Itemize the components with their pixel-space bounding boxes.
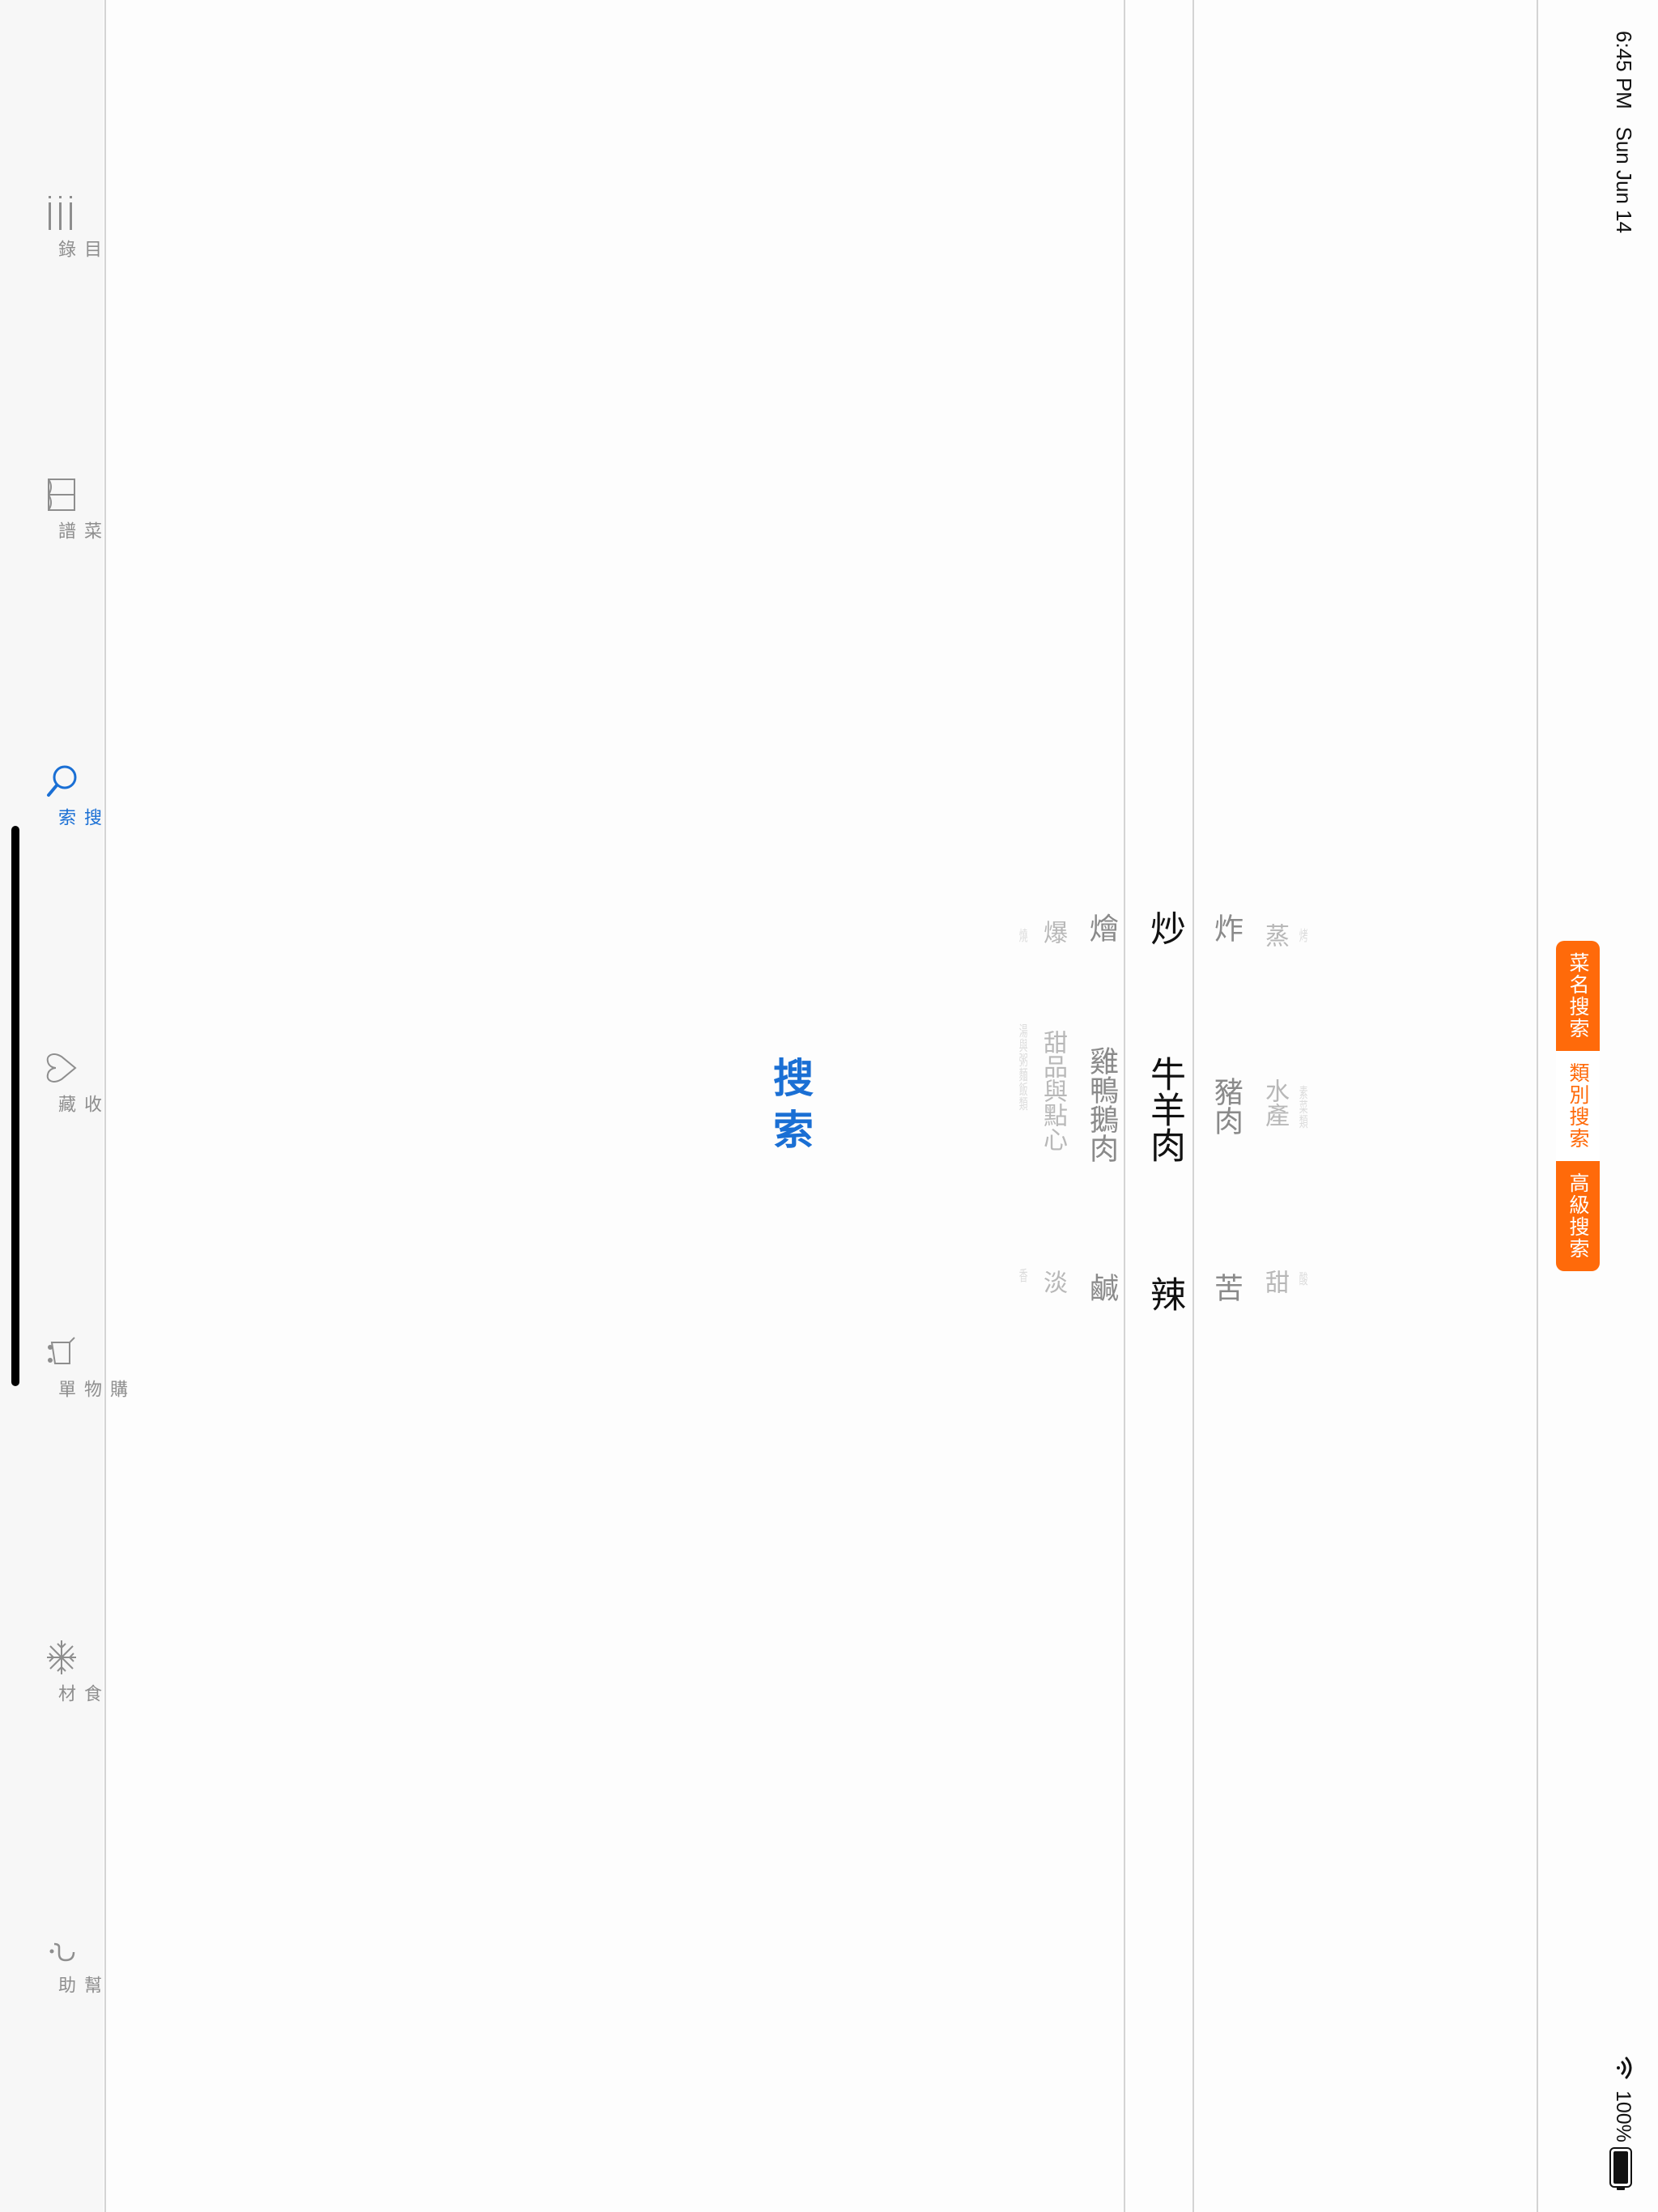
picker-row-label: 豬肉	[1209, 1077, 1243, 1135]
picker-row-selected[interactable]: 炒	[1138, 910, 1190, 946]
picker-row-label: 牛羊肉	[1144, 1056, 1185, 1163]
snowflake-icon	[47, 1640, 76, 1674]
tab-label: 搜索	[55, 808, 101, 827]
picker-row-label: 烤	[1298, 928, 1308, 942]
picker-row-label: 甜品與點心	[1039, 1030, 1067, 1151]
heart-icon	[46, 1053, 77, 1083]
tab-label: 食材	[55, 1684, 101, 1704]
picker-row[interactable]: 鹹	[1080, 1273, 1122, 1302]
picker-row-label: 炸	[1209, 913, 1243, 942]
tab-label: 菜譜	[55, 521, 101, 541]
picker-row-label: 雞鴨鵝肉	[1085, 1046, 1118, 1163]
picker-row-label: 鹹	[1085, 1273, 1118, 1302]
picker-row[interactable]: 爆	[1035, 920, 1070, 944]
picker-row-label: 水產	[1261, 1078, 1289, 1127]
picker-row[interactable]: 酸	[1296, 1271, 1309, 1286]
picker-row[interactable]: 雞鴨鵝肉	[1080, 1046, 1122, 1163]
segment-label: 類別搜索	[1567, 1062, 1590, 1150]
tab-label: 購物單	[55, 1380, 127, 1399]
tab-label: 目錄	[55, 240, 101, 259]
picker-row[interactable]: 素菜類	[1296, 1085, 1309, 1129]
battery-icon	[1609, 2147, 1632, 2190]
segment-label: 高級搜索	[1567, 1172, 1590, 1260]
divider-line	[1192, 0, 1194, 2212]
tab-label: 幫助	[55, 1976, 101, 1995]
search-button[interactable]: 搜索	[761, 1057, 819, 1160]
picker-row[interactable]: 蒸	[1256, 923, 1292, 947]
search-mode-segmented-control: 菜名搜索 類別搜索 高級搜索	[1556, 941, 1600, 1271]
divider-line	[1124, 0, 1125, 2212]
picker-row-label: 蒸	[1261, 923, 1289, 947]
tab-label: 收藏	[55, 1095, 101, 1114]
search-icon	[47, 765, 77, 797]
picker-row[interactable]: 苦	[1205, 1273, 1247, 1302]
picker-row[interactable]: 湯與粥麵飯類	[1016, 1023, 1029, 1111]
picker-row-label: 酸	[1298, 1271, 1308, 1286]
picker-row[interactable]: 甜	[1256, 1270, 1292, 1294]
battery-percentage: 100%	[1612, 2091, 1635, 2142]
picker-row[interactable]: 水產	[1256, 1078, 1292, 1127]
picker-row[interactable]: 豬肉	[1205, 1077, 1247, 1135]
picker-row-label: 辣	[1144, 1276, 1185, 1312]
home-indicator[interactable]	[11, 826, 19, 1386]
picker-row[interactable]: 炸	[1205, 913, 1247, 942]
picker-row-label: 湯與粥麵飯類	[1018, 1023, 1028, 1111]
question-icon	[49, 1942, 75, 1962]
wifi-icon	[1617, 2057, 1632, 2079]
cart-icon	[48, 1337, 75, 1364]
picker-row[interactable]: 烤	[1296, 928, 1309, 942]
divider-line	[1537, 0, 1538, 2212]
picker-row[interactable]: 甜品與點心	[1035, 1030, 1070, 1151]
picker-row-label: 爆	[1039, 920, 1067, 944]
segment-category-search[interactable]: 類別搜索	[1556, 1051, 1600, 1161]
picker-row-label: 淡	[1039, 1270, 1067, 1294]
picker-row-selected[interactable]: 辣	[1138, 1276, 1190, 1312]
picker-row-selected[interactable]: 牛羊肉	[1138, 1056, 1190, 1163]
list-icon	[49, 196, 72, 230]
picker-row[interactable]: 香	[1016, 1268, 1029, 1283]
picker-row-label: 燒	[1018, 928, 1028, 942]
picker-row[interactable]: 燴	[1080, 913, 1122, 942]
segment-advanced-search[interactable]: 高級搜索	[1556, 1161, 1600, 1271]
segment-label: 菜名搜索	[1567, 952, 1590, 1040]
picker-row-label: 香	[1018, 1268, 1028, 1283]
picker-row-label: 甜	[1261, 1270, 1289, 1294]
picker-row[interactable]: 燒	[1016, 928, 1029, 942]
tab-bar-border	[104, 0, 106, 2212]
status-time-date: 6:45 PM Sun Jun 14	[1612, 31, 1636, 234]
picker-row-label: 苦	[1209, 1273, 1243, 1302]
picker-row[interactable]: 淡	[1035, 1270, 1070, 1294]
picker-row-label: 燴	[1085, 913, 1118, 942]
picker-row-label: 素菜類	[1298, 1085, 1308, 1129]
book-icon	[47, 479, 75, 511]
picker-row-label: 炒	[1144, 910, 1185, 946]
segment-dish-name-search[interactable]: 菜名搜索	[1556, 941, 1600, 1051]
